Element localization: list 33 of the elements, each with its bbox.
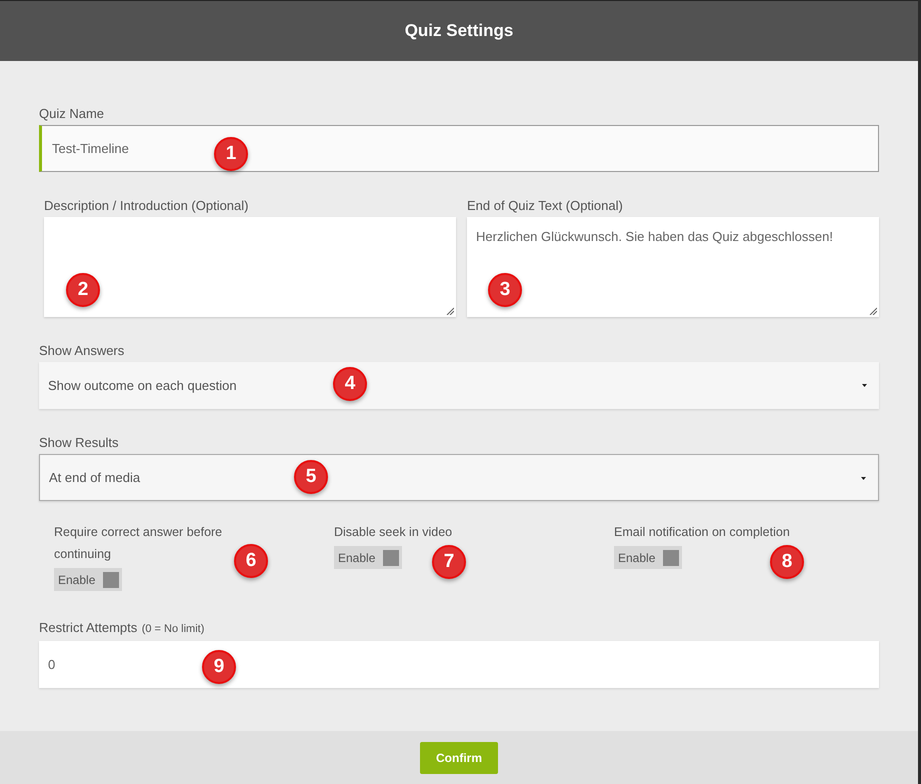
caret-icon xyxy=(862,384,867,387)
number-marker: 5 xyxy=(294,460,328,494)
number-marker: 7 xyxy=(432,545,466,579)
description-field[interactable]: 2 xyxy=(44,217,456,317)
enable-switch[interactable]: Enable xyxy=(334,546,402,569)
enable-switch[interactable]: Enable xyxy=(614,546,682,569)
number-marker: 3 xyxy=(488,273,522,307)
enable-switch[interactable]: Enable xyxy=(54,568,122,591)
quiz-name-field[interactable]: Test-Timeline 1 xyxy=(39,125,879,172)
field-label: Restrict Attempts xyxy=(39,620,138,635)
window-title: Quiz Settings xyxy=(404,21,514,41)
caret-icon xyxy=(861,477,866,480)
show-answers-select[interactable]: Show outcome on each question 4 xyxy=(39,362,879,409)
field-hint: (0 = No limit) xyxy=(142,623,204,635)
number-marker: 9 xyxy=(202,650,236,684)
field-label: Show Answers xyxy=(39,343,126,358)
restrict-attempts-field[interactable]: 0 9 xyxy=(39,641,879,688)
toggle-label: Disable seek in video xyxy=(334,524,452,541)
resize-grip-icon xyxy=(869,307,877,315)
toggle-label: Email notification on completion xyxy=(614,524,790,541)
field-label: Quiz Name xyxy=(39,106,106,121)
number-marker: 4 xyxy=(333,367,367,401)
number-marker: 8 xyxy=(770,545,804,579)
number-marker: 1 xyxy=(214,137,248,171)
end-text-field[interactable]: Herzlichen Glückwunsch. Sie haben das Quiz abgeschlossen! 3 xyxy=(467,217,879,317)
resize-grip-icon xyxy=(446,307,454,315)
number-marker: 6 xyxy=(234,544,268,578)
show-results-select[interactable]: At end of media 5 xyxy=(39,454,879,501)
number-marker: 2 xyxy=(66,273,100,307)
toggle-label: Require correct answer before continuing xyxy=(54,524,224,563)
field-label: Description / Introduction (Optional) xyxy=(44,198,250,213)
field-label: End of Quiz Text (Optional) xyxy=(467,198,624,213)
field-label: Show Results xyxy=(39,435,120,450)
